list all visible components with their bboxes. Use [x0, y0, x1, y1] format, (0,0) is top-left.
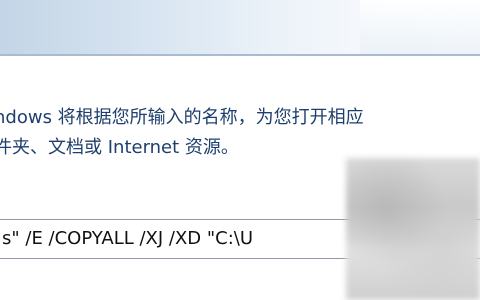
description-line-1: ndows 将根据您所输入的名称，为您打开相应: [0, 107, 364, 128]
open-command-value: s" /E /COPYALL /XJ /XD "C:\U: [2, 228, 254, 249]
run-dialog-description: ndows 将根据您所输入的名称，为您打开相应 件夹、文档或 Internet …: [0, 103, 480, 163]
window-title-bar: [0, 0, 480, 54]
title-bar-glare: [360, 0, 480, 54]
blurred-region: [346, 158, 480, 300]
